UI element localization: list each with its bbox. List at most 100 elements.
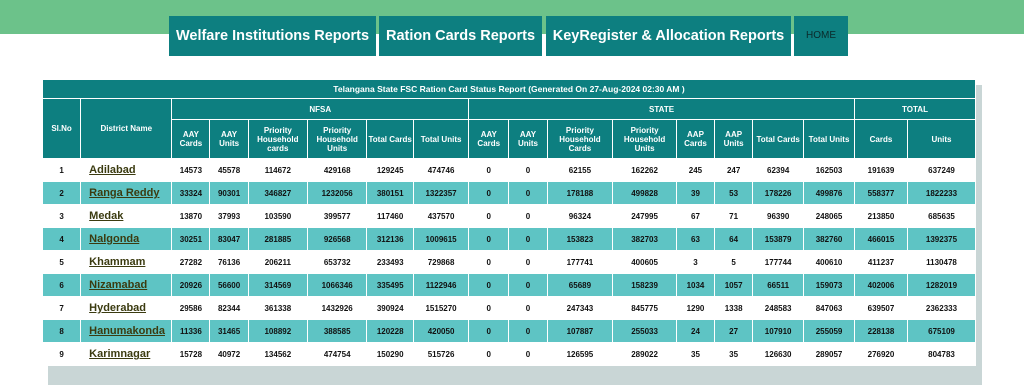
row-slno: 5 — [41, 250, 82, 274]
table-row: 5 Khammam 27282 76136 206211 653732 233493 7298… — [41, 250, 977, 274]
row-value-cell: 153879 — [752, 227, 805, 251]
row-value-cell: 30251 — [171, 227, 211, 251]
total-col-1: Cards — [853, 119, 908, 159]
district-link[interactable]: Khammam — [89, 256, 145, 268]
row-value-cell: 515726 — [412, 342, 470, 366]
row-value-cell: 117460 — [366, 204, 414, 228]
table-row: 2 Ranga Reddy 33324 90301 346827 1232056 38015… — [41, 181, 977, 205]
row-value-cell: 637249 — [906, 158, 977, 182]
row-value-cell: 96390 — [752, 204, 805, 228]
row-value-cell: 499828 — [612, 181, 677, 205]
row-district-cell: Ranga Reddy — [80, 181, 173, 205]
row-district-cell: Khammam — [80, 250, 173, 274]
total-col-2: Units — [906, 119, 977, 159]
row-value-cell: 120228 — [366, 319, 414, 343]
table-row: 1 Adilabad 14573 45578 114672 429168 129245 474… — [41, 158, 977, 182]
group-state: STATE — [468, 98, 855, 120]
table-row: 3 Medak 13870 37993 103590 399577 117460 437570… — [41, 204, 977, 228]
row-value-cell: 107910 — [752, 319, 805, 343]
row-value-cell: 675109 — [906, 319, 977, 343]
nfsa-col-5: Total Cards — [366, 119, 414, 159]
row-value-cell: 289022 — [612, 342, 677, 366]
row-value-cell: 0 — [468, 181, 510, 205]
row-value-cell: 0 — [468, 319, 510, 343]
district-link[interactable]: Nizamabad — [89, 279, 147, 291]
row-value-cell: 20926 — [171, 273, 211, 297]
district-link[interactable]: Hyderabad — [89, 302, 146, 314]
row-slno: 7 — [41, 296, 82, 320]
row-value-cell: 0 — [508, 250, 548, 274]
district-link[interactable]: Ranga Reddy — [89, 187, 159, 199]
row-value-cell: 400610 — [803, 250, 855, 274]
row-value-cell: 0 — [468, 273, 510, 297]
row-value-cell: 1822233 — [906, 181, 977, 205]
row-value-cell: 178188 — [546, 181, 614, 205]
row-value-cell: 45578 — [209, 158, 249, 182]
state-col-1: AAY Cards — [468, 119, 510, 159]
row-value-cell: 71 — [714, 204, 754, 228]
state-col-6: AAP Units — [714, 119, 754, 159]
nfsa-col-4: Priority Household Units — [306, 119, 368, 159]
row-value-cell: 0 — [468, 250, 510, 274]
state-col-5: AAP Cards — [675, 119, 716, 159]
row-value-cell: 335495 — [366, 273, 414, 297]
state-col-7: Total Cards — [752, 119, 805, 159]
row-value-cell: 245 — [675, 158, 716, 182]
row-value-cell: 1122946 — [412, 273, 470, 297]
row-value-cell: 134562 — [247, 342, 309, 366]
row-value-cell: 1009615 — [412, 227, 470, 251]
row-value-cell: 56600 — [209, 273, 249, 297]
row-value-cell: 0 — [468, 227, 510, 251]
row-value-cell: 14573 — [171, 158, 211, 182]
group-total: TOTAL — [853, 98, 977, 120]
row-value-cell: 466015 — [853, 227, 908, 251]
district-link[interactable]: Nalgonda — [89, 233, 139, 245]
row-value-cell: 390924 — [366, 296, 414, 320]
row-value-cell: 1282019 — [906, 273, 977, 297]
row-value-cell: 35 — [714, 342, 754, 366]
keyregister-allocation-reports-button[interactable]: KeyRegister & Allocation Reports — [546, 16, 791, 56]
row-value-cell: 281885 — [247, 227, 309, 251]
row-value-cell: 685635 — [906, 204, 977, 228]
row-value-cell: 67 — [675, 204, 716, 228]
row-value-cell: 1338 — [714, 296, 754, 320]
row-value-cell: 24 — [675, 319, 716, 343]
row-value-cell: 35 — [675, 342, 716, 366]
row-value-cell: 177744 — [752, 250, 805, 274]
row-value-cell: 248583 — [752, 296, 805, 320]
home-button[interactable]: HOME — [794, 16, 848, 56]
welfare-institutions-reports-button[interactable]: Welfare Institutions Reports — [169, 16, 376, 56]
row-value-cell: 388585 — [306, 319, 368, 343]
row-value-cell: 1322357 — [412, 181, 470, 205]
row-value-cell: 66511 — [752, 273, 805, 297]
row-district-cell: Hanumakonda — [80, 319, 173, 343]
row-value-cell: 499876 — [803, 181, 855, 205]
row-value-cell: 437570 — [412, 204, 470, 228]
row-value-cell: 0 — [508, 296, 548, 320]
row-value-cell: 107887 — [546, 319, 614, 343]
row-value-cell: 103590 — [247, 204, 309, 228]
row-slno: 9 — [41, 342, 82, 366]
row-slno: 1 — [41, 158, 82, 182]
row-value-cell: 82344 — [209, 296, 249, 320]
district-link[interactable]: Adilabad — [89, 164, 135, 176]
district-link[interactable]: Hanumakonda — [89, 325, 165, 337]
row-value-cell: 5 — [714, 250, 754, 274]
district-link[interactable]: Karimnagar — [89, 348, 150, 360]
ration-cards-reports-button[interactable]: Ration Cards Reports — [379, 16, 542, 56]
table-row: 4 Nalgonda 30251 83047 281885 926568 312136 100… — [41, 227, 977, 251]
row-value-cell: 0 — [508, 181, 548, 205]
row-value-cell: 1432926 — [306, 296, 368, 320]
state-col-4: Priority Household Units — [612, 119, 677, 159]
row-slno: 6 — [41, 273, 82, 297]
row-value-cell: 1034 — [675, 273, 716, 297]
row-value-cell: 248065 — [803, 204, 855, 228]
row-district-cell: Hyderabad — [80, 296, 173, 320]
district-link[interactable]: Medak — [89, 210, 123, 222]
row-value-cell: 382760 — [803, 227, 855, 251]
row-value-cell: 361338 — [247, 296, 309, 320]
row-value-cell: 474746 — [412, 158, 470, 182]
row-value-cell: 96324 — [546, 204, 614, 228]
report-caption: Telangana State FSC Ration Card Status R… — [42, 79, 976, 99]
row-value-cell: 247995 — [612, 204, 677, 228]
